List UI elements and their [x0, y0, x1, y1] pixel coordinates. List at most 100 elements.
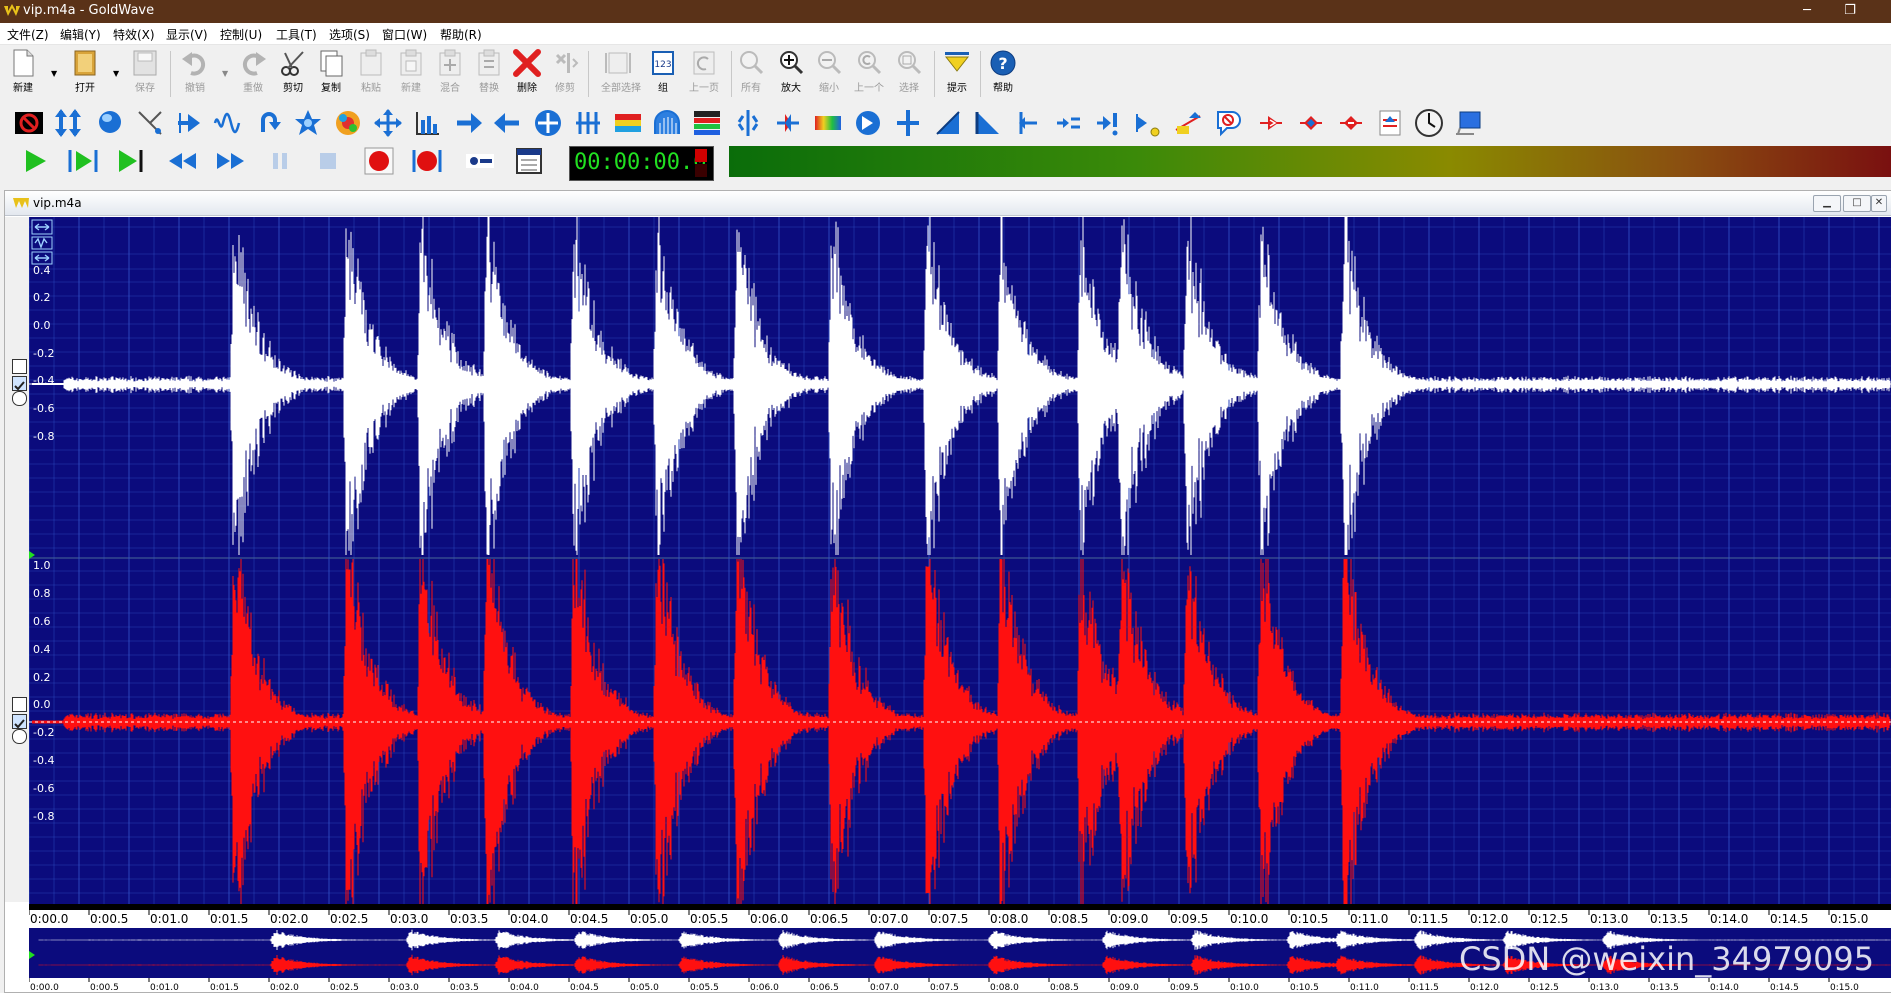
bandpass-button[interactable]	[95, 108, 125, 138]
mechanize-button[interactable]	[692, 108, 722, 138]
marker-button[interactable]	[1375, 108, 1405, 138]
mix-button[interactable]: 混合	[433, 49, 467, 99]
undo-button[interactable]: 撤销	[178, 49, 212, 99]
play-selection-button[interactable]	[66, 146, 100, 176]
new-button[interactable]: 新建	[6, 49, 40, 99]
play-to-end-button[interactable]	[113, 146, 147, 176]
offset-button[interactable]	[773, 108, 803, 138]
spatial-button[interactable]	[1133, 108, 1163, 138]
menu-edit[interactable]: 编辑(Y)	[60, 26, 101, 43]
matched-volume-button[interactable]	[652, 108, 682, 138]
reverse-button[interactable]	[1013, 108, 1043, 138]
noise-gate-button[interactable]	[1336, 108, 1366, 138]
crossfade-button[interactable]	[1296, 108, 1326, 138]
waveform-display[interactable]: 0.60.40.20.0-0.2-0.4-0.6-0.8 1.00.80.60.…	[29, 217, 1891, 926]
restore-button[interactable]: ❐	[1830, 2, 1870, 20]
volume-button[interactable]	[1256, 108, 1286, 138]
fade-out-button[interactable]	[413, 108, 443, 138]
pause-button[interactable]	[263, 146, 297, 176]
zoom-out-button[interactable]: 缩小	[812, 49, 846, 99]
resample-button[interactable]	[933, 108, 963, 138]
cue-point-button[interactable]	[1414, 108, 1444, 138]
minimize-button[interactable]: ─	[1787, 2, 1827, 20]
menu-effects[interactable]: 特效(X)	[113, 26, 155, 43]
overview-display[interactable]: 0:00.0 0:00.5 0:01.0 0:01.5 0:02.0 0:02.5 0:03…	[29, 928, 1891, 991]
overview-time-label: 0:13.5	[1650, 983, 1679, 991]
right-channel-enable-checkbox[interactable]	[12, 714, 27, 729]
save-button[interactable]: 保存	[128, 49, 162, 99]
fast-forward-button[interactable]	[213, 146, 247, 176]
zoom-previous-button[interactable]: 上一个	[852, 49, 886, 99]
trim-button[interactable]: 修剪	[548, 49, 582, 99]
auto-gain-button[interactable]	[53, 108, 83, 138]
playback-rate-button[interactable]	[893, 108, 923, 138]
pitch-button[interactable]	[853, 108, 883, 138]
equalizer-button[interactable]	[333, 108, 363, 138]
invert-button[interactable]	[573, 108, 603, 138]
document-close-button[interactable]: ✕	[1871, 195, 1887, 212]
pan-button[interactable]	[813, 108, 843, 138]
record-selection-button[interactable]	[410, 146, 444, 176]
redo-button[interactable]: 重做	[236, 49, 270, 99]
reverb-button[interactable]	[973, 108, 1003, 138]
menu-options[interactable]: 选项(S)	[329, 26, 370, 43]
left-channel-enable-checkbox[interactable]	[12, 376, 27, 391]
left-channel-solo-toggle[interactable]	[12, 359, 27, 374]
visual-properties-button[interactable]	[512, 146, 546, 176]
filter-button[interactable]	[453, 108, 483, 138]
group-button[interactable]: 123 组	[646, 49, 680, 99]
time-warp-button[interactable]	[1213, 108, 1243, 138]
rewind-button[interactable]	[166, 146, 200, 176]
zoom-selection-button[interactable]: 选择	[892, 49, 926, 99]
doppler-button[interactable]	[213, 108, 243, 138]
copy-button[interactable]: 复制	[314, 49, 348, 99]
time-warp-icon	[1217, 111, 1241, 137]
silence-button[interactable]	[1093, 108, 1123, 138]
open-folder-icon	[74, 50, 96, 76]
interpolate-button[interactable]	[533, 108, 563, 138]
speech-button[interactable]	[1454, 108, 1484, 138]
delete-button[interactable]: 删除	[510, 49, 544, 99]
zoom-in-button[interactable]: 放大	[774, 49, 808, 99]
right-channel-radio[interactable]	[12, 729, 27, 744]
previous-page-button[interactable]: 上一页	[687, 49, 721, 99]
play-button[interactable]	[18, 146, 52, 176]
document-minimize-button[interactable]: ▁	[1813, 195, 1841, 212]
device-controls-button[interactable]	[463, 146, 497, 176]
help-button[interactable]: ? 帮助	[986, 49, 1020, 99]
menu-help[interactable]: 帮助(R)	[440, 26, 482, 43]
right-channel-solo-toggle[interactable]	[12, 697, 27, 712]
channel-mixer-button[interactable]	[136, 108, 166, 138]
reverse-icon	[1019, 112, 1037, 134]
stop-effect-button[interactable]	[14, 108, 44, 138]
amplitude-tick-label: -0.4	[33, 374, 54, 387]
open-button[interactable]: 打开	[68, 49, 102, 99]
stop-button[interactable]	[311, 146, 345, 176]
menu-control[interactable]: 控制(U)	[220, 26, 262, 43]
cut-button[interactable]: 剪切	[276, 49, 310, 99]
left-channel-radio[interactable]	[12, 391, 27, 406]
replace-button[interactable]: 替换	[472, 49, 506, 99]
menu-window[interactable]: 窗口(W)	[382, 26, 427, 43]
compressor-button[interactable]	[174, 108, 204, 138]
dynamics-button[interactable]	[253, 108, 283, 138]
fade-in-button[interactable]	[373, 108, 403, 138]
select-all-button[interactable]: 全部选择	[601, 49, 641, 99]
shape-volume-button[interactable]	[1053, 108, 1083, 138]
menu-view[interactable]: 显示(V)	[166, 26, 208, 43]
noise-reduction-button[interactable]	[733, 108, 763, 138]
paste-button[interactable]: 粘贴	[354, 49, 388, 99]
paste-new-button[interactable]: 新建	[394, 49, 428, 99]
zoom-all-button[interactable]: 所有	[734, 49, 768, 99]
stereo-button[interactable]	[1173, 108, 1203, 138]
lowpass-button[interactable]	[613, 108, 643, 138]
flanger-button[interactable]	[493, 108, 523, 138]
cue-button[interactable]: 提示	[940, 49, 974, 99]
document-maximize-button[interactable]: □	[1843, 195, 1871, 212]
record-button[interactable]	[362, 146, 396, 176]
echo-button[interactable]	[293, 108, 323, 138]
menu-file[interactable]: 文件(Z)	[7, 26, 49, 43]
menu-tools[interactable]: 工具(T)	[276, 26, 317, 43]
zoom-handles[interactable]	[31, 219, 53, 265]
interpolate-icon	[535, 110, 561, 136]
